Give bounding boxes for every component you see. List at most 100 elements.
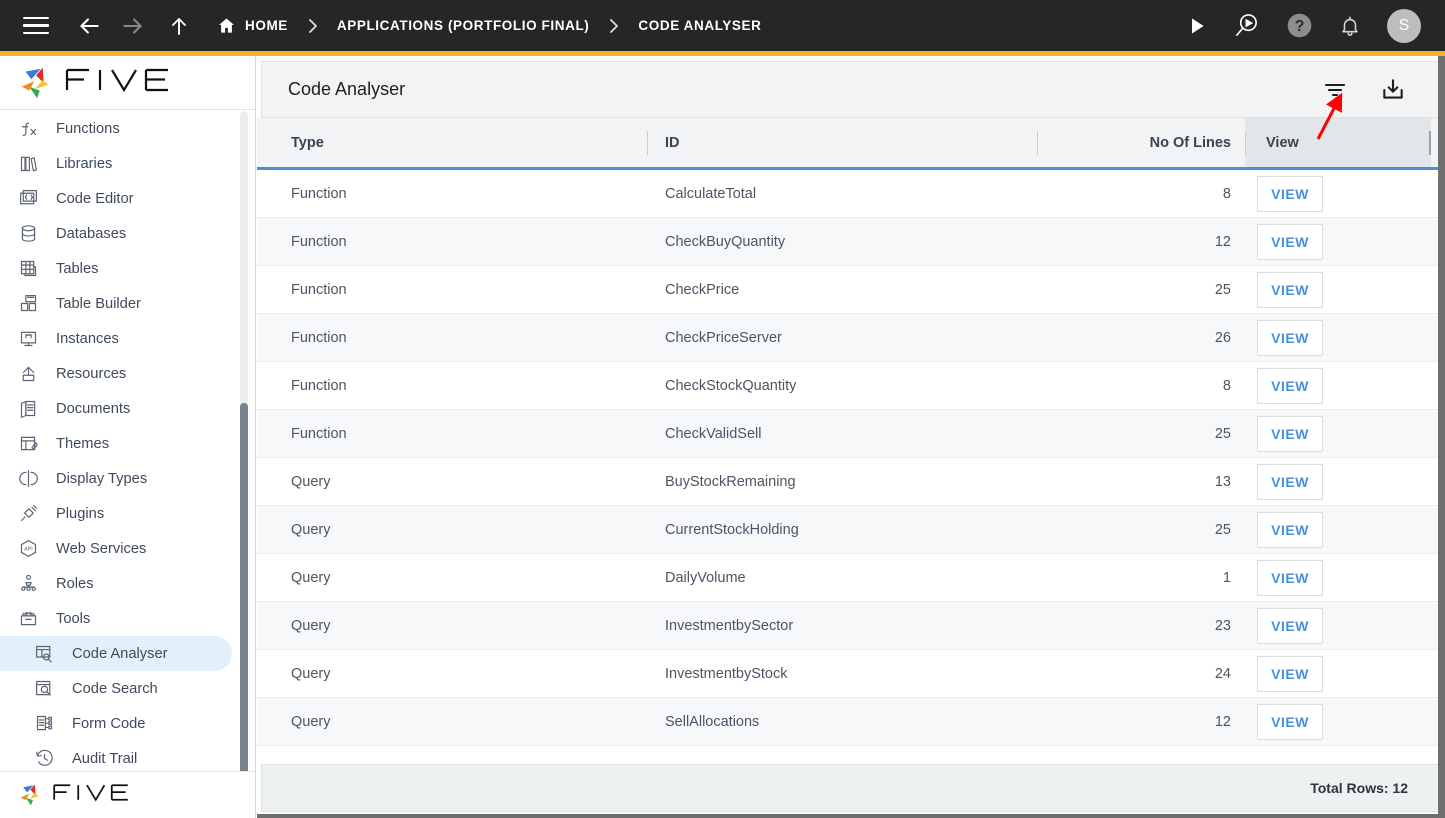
sidebar-item-roles[interactable]: Roles xyxy=(0,566,255,601)
page-scrollbar[interactable] xyxy=(1438,56,1445,818)
cell-type: Function xyxy=(291,425,347,442)
view-button[interactable]: VIEW xyxy=(1257,367,1323,404)
sidebar-item-audit-trail[interactable]: Audit Trail xyxy=(0,741,255,770)
column-header-no-of-lines[interactable]: No Of Lines xyxy=(1037,118,1245,167)
cell-no-of-lines: 8 xyxy=(1222,377,1231,394)
help-icon[interactable]: ? xyxy=(1286,12,1313,39)
sidebar-item-libraries[interactable]: Libraries xyxy=(0,146,255,181)
cell-view: VIEW xyxy=(1245,554,1431,601)
table-row[interactable]: Function CalculateTotal 8 VIEW xyxy=(257,170,1445,218)
download-icon[interactable] xyxy=(1380,77,1406,103)
run-icon[interactable] xyxy=(1187,16,1207,36)
cell-no-of-lines: 12 xyxy=(1214,233,1231,250)
top-bar-actions: ? S xyxy=(1187,8,1421,43)
sidebar-item-label: Table Builder xyxy=(56,295,141,312)
sidebar-scrollbar[interactable] xyxy=(240,111,248,818)
table-row[interactable]: Query BuyStockRemaining 13 VIEW xyxy=(257,458,1445,506)
sidebar-item-tools[interactable]: Tools xyxy=(0,601,255,636)
user-avatar[interactable]: S xyxy=(1387,8,1421,43)
sidebar-item-resources[interactable]: Resources xyxy=(0,356,255,391)
sidebar-item-code-editor[interactable]: Code Editor xyxy=(0,181,255,216)
view-button[interactable]: VIEW xyxy=(1257,319,1323,356)
table-row[interactable]: Function CheckPriceServer 26 VIEW xyxy=(257,314,1445,362)
functions-icon xyxy=(14,118,42,139)
table-row[interactable]: Query DailyVolume 1 VIEW xyxy=(257,554,1445,602)
cell-view: VIEW xyxy=(1245,698,1431,745)
hamburger-menu-icon[interactable] xyxy=(23,16,49,36)
view-button[interactable]: VIEW xyxy=(1257,223,1323,260)
sidebar-item-code-analyser[interactable]: Code Analyser xyxy=(0,636,232,671)
column-header-id[interactable]: ID xyxy=(647,118,1037,167)
view-button[interactable]: VIEW xyxy=(1257,175,1323,212)
table-row[interactable]: Query CurrentStockHolding 25 VIEW xyxy=(257,506,1445,554)
view-button[interactable]: VIEW xyxy=(1257,607,1323,644)
sidebar-item-functions[interactable]: Functions xyxy=(0,111,255,146)
sidebar-scrollbar-thumb[interactable] xyxy=(240,403,248,818)
view-button[interactable]: VIEW xyxy=(1257,703,1323,740)
filter-icon[interactable] xyxy=(1322,79,1348,101)
view-button[interactable]: VIEW xyxy=(1257,463,1323,500)
breadcrumb: HOME APPLICATIONS (PORTFOLIO FINAL) CODE… xyxy=(217,16,761,35)
column-divider-2 xyxy=(1037,131,1038,155)
cell-id: CalculateTotal xyxy=(665,185,757,202)
cell-type: Function xyxy=(291,281,347,298)
sidebar-item-code-search[interactable]: Code Search xyxy=(0,671,255,706)
column-header-type[interactable]: Type xyxy=(257,118,647,167)
cell-type: Query xyxy=(291,521,331,538)
breadcrumb-home[interactable]: HOME xyxy=(217,16,288,35)
table-row[interactable]: Query InvestmentbySector 23 VIEW xyxy=(257,602,1445,650)
view-button[interactable]: VIEW xyxy=(1257,415,1323,452)
cell-view: VIEW xyxy=(1245,314,1431,361)
sidebar-item-form-code[interactable]: Form Code xyxy=(0,706,255,741)
sidebar-item-display-types[interactable]: Display Types xyxy=(0,461,255,496)
sidebar-item-instances[interactable]: Instances xyxy=(0,321,255,356)
forward-arrow-icon[interactable] xyxy=(120,13,146,39)
cell-id: DailyVolume xyxy=(665,569,746,586)
sidebar-item-table-builder[interactable]: Table Builder xyxy=(0,286,255,321)
cell-id: BuyStockRemaining xyxy=(665,473,796,490)
main-content: Code Analyser Type ID No Of Lines View F… xyxy=(257,56,1445,818)
back-arrow-icon[interactable] xyxy=(76,13,102,39)
notifications-bell-icon[interactable] xyxy=(1339,15,1361,37)
sidebar-item-label: Code Search xyxy=(72,680,158,697)
cell-view: VIEW xyxy=(1245,506,1431,553)
sidebar-item-label: Documents xyxy=(56,400,131,417)
cell-type: Query xyxy=(291,617,331,634)
sidebar-item-tables[interactable]: Tables xyxy=(0,251,255,286)
cell-view: VIEW xyxy=(1245,170,1431,217)
code-search-icon xyxy=(30,678,58,699)
sidebar-item-themes[interactable]: Themes xyxy=(0,426,255,461)
table-row[interactable]: Function CheckPrice 25 VIEW xyxy=(257,266,1445,314)
cell-id: CheckPriceServer xyxy=(665,329,782,346)
five-wordmark xyxy=(64,67,182,98)
sidebar-item-databases[interactable]: Databases xyxy=(0,216,255,251)
table-row[interactable]: Query InvestmentbyStock 24 VIEW xyxy=(257,650,1445,698)
table-row[interactable]: Function CheckStockQuantity 8 VIEW xyxy=(257,362,1445,410)
column-header-view[interactable]: View xyxy=(1245,118,1431,167)
breadcrumb-application[interactable]: APPLICATIONS (PORTFOLIO FINAL) xyxy=(337,18,589,33)
sidebar-item-web-services[interactable]: API Web Services xyxy=(0,531,255,566)
table-row[interactable]: Query SellAllocations 12 VIEW xyxy=(257,698,1445,746)
table-icon xyxy=(14,258,42,279)
view-button[interactable]: VIEW xyxy=(1257,655,1323,692)
sidebar-item-plugins[interactable]: Plugins xyxy=(0,496,255,531)
column-resize-handle[interactable] xyxy=(1429,131,1431,155)
five-wordmark-small xyxy=(52,783,138,807)
audit-trail-icon xyxy=(30,748,58,769)
debug-run-icon[interactable] xyxy=(1233,12,1260,39)
table-row[interactable]: Function CheckBuyQuantity 12 VIEW xyxy=(257,218,1445,266)
view-button[interactable]: VIEW xyxy=(1257,271,1323,308)
five-logo-icon-small xyxy=(18,782,44,808)
view-button[interactable]: VIEW xyxy=(1257,559,1323,596)
svg-text:API: API xyxy=(24,547,32,553)
sidebar-item-documents[interactable]: Documents xyxy=(0,391,255,426)
up-arrow-icon[interactable] xyxy=(166,13,192,39)
cell-id: CheckBuyQuantity xyxy=(665,233,786,250)
view-button[interactable]: VIEW xyxy=(1257,511,1323,548)
bottom-scrollbar[interactable] xyxy=(257,814,1445,818)
cell-id: CheckPrice xyxy=(665,281,740,298)
breadcrumb-current-page: CODE ANALYSER xyxy=(638,18,762,33)
table-row[interactable]: Function CheckValidSell 25 VIEW xyxy=(257,410,1445,458)
column-divider xyxy=(647,131,648,155)
cell-no-of-lines: 25 xyxy=(1214,425,1231,442)
